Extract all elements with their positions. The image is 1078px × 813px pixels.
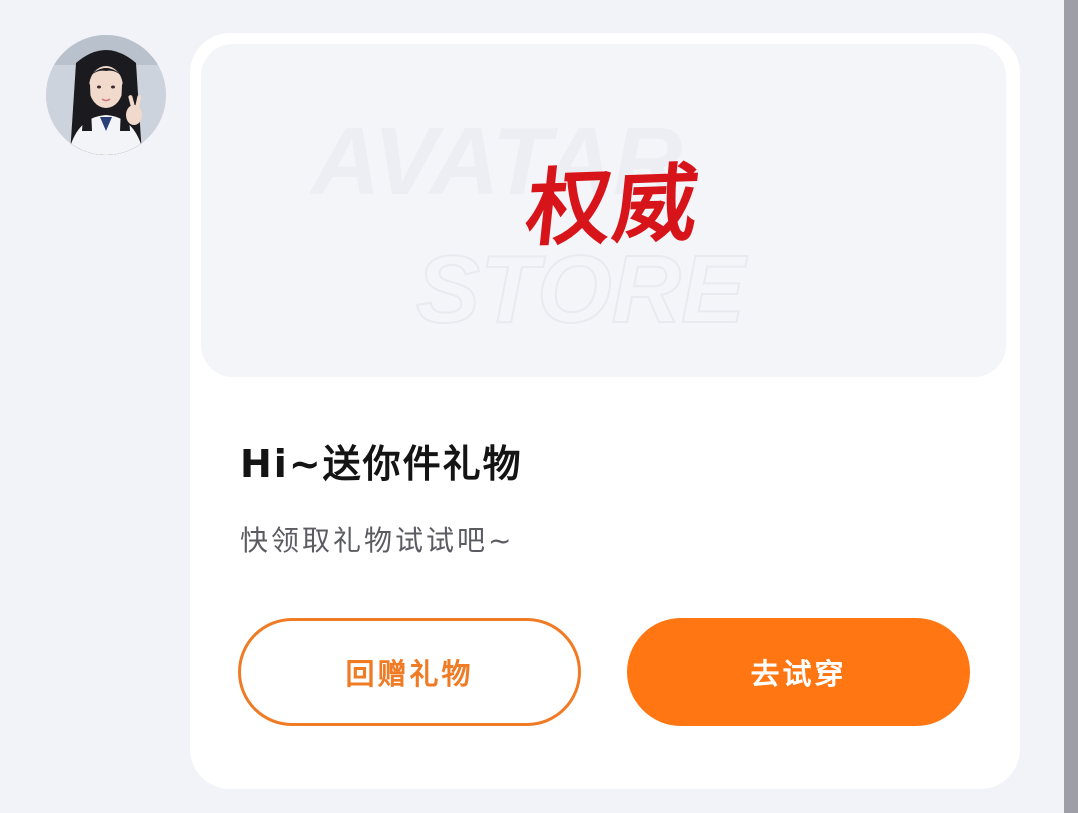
return-gift-button[interactable]: 回赠礼物 [238,618,581,726]
gift-subtitle: 快领取礼物试试吧~ [240,524,515,557]
gift-name: 权威 [521,153,706,258]
try-on-label: 去试穿 [750,657,847,691]
gift-title: Hi~送你件礼物 [240,442,523,486]
gift-card: AVATAR STORE 权威 Hi~送你件礼物 快领取礼物试试吧~ 回赠礼物 … [190,33,1020,789]
avatar-photo [46,35,166,155]
return-gift-label: 回赠礼物 [345,657,474,691]
try-on-button[interactable]: 去试穿 [627,618,970,726]
scroll-edge [1064,0,1078,813]
gift-banner: AVATAR STORE 权威 [201,44,1006,377]
chat-screen: AVATAR STORE 权威 Hi~送你件礼物 快领取礼物试试吧~ 回赠礼物 … [0,0,1078,813]
sender-avatar[interactable] [46,35,166,155]
